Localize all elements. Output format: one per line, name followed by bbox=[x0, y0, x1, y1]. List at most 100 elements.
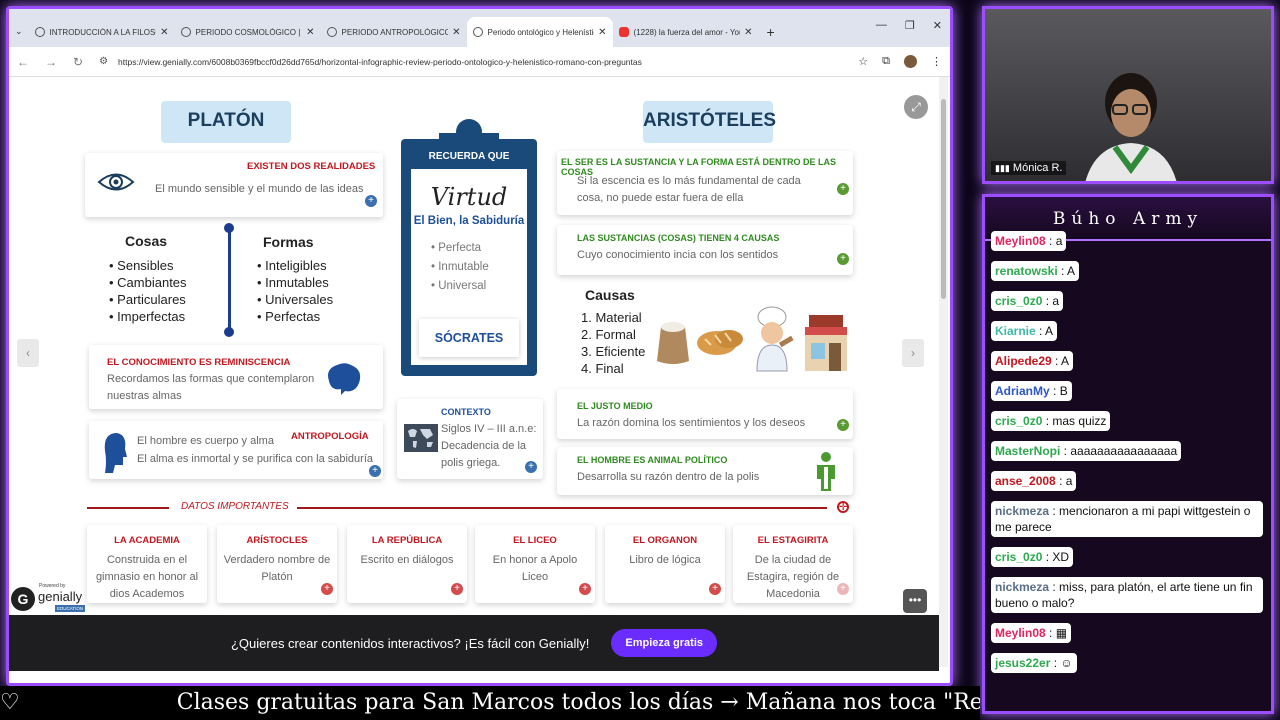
tab-4[interactable]: (1228) la fuerza del amor - You ✕ bbox=[613, 17, 759, 47]
chat-username[interactable]: cris_0z0 bbox=[995, 550, 1042, 564]
chat-username[interactable]: anse_2008 bbox=[995, 474, 1056, 488]
chat-text: a bbox=[1055, 234, 1063, 248]
sustancias-card: LAS SUSTANCIAS (COSAS) TIENEN 4 CAUSAS C… bbox=[557, 225, 853, 275]
chat-username[interactable]: Meylin08 bbox=[995, 234, 1046, 248]
chat-username[interactable]: renatowski bbox=[995, 264, 1058, 278]
datos-target-icon[interactable]: ✛ bbox=[837, 501, 849, 513]
page-scrollbar[interactable] bbox=[939, 77, 948, 667]
antropologia-plus-icon[interactable]: + bbox=[369, 465, 381, 477]
chat-username[interactable]: cris_0z0 bbox=[995, 414, 1042, 428]
chat-separator: : bbox=[1045, 626, 1056, 640]
dato-plus-icon[interactable]: + bbox=[579, 583, 591, 595]
dato-text: En honor a Apolo Liceo bbox=[492, 554, 578, 583]
next-slide-button[interactable]: › bbox=[902, 339, 924, 367]
forward-icon[interactable]: → bbox=[45, 55, 57, 69]
chat-text: A bbox=[1045, 324, 1054, 338]
chat-username[interactable]: Meylin08 bbox=[995, 626, 1046, 640]
realidades-title: EXISTEN DOS REALIDADES bbox=[247, 161, 376, 172]
tab-3[interactable]: Periodo ontológico y Helenístic ✕ bbox=[466, 17, 613, 47]
sustancias-plus-icon[interactable]: + bbox=[837, 253, 849, 265]
tab-title: INTRODUCCIÓN A LA FILOSOF bbox=[49, 27, 157, 37]
politico-text: Desarrolla su razón dentro de la polis bbox=[577, 471, 760, 483]
youtube-icon bbox=[618, 27, 629, 37]
chat-message: renatowski : A bbox=[991, 261, 1080, 281]
tab-close-icon[interactable]: ✕ bbox=[160, 27, 168, 38]
antropologia-card: ANTROPOLOGÍA El hombre es cuerpo y alma … bbox=[89, 421, 383, 479]
chat-username[interactable]: Alipede29 bbox=[995, 354, 1052, 368]
chat-username[interactable]: AdrianMy bbox=[995, 384, 1050, 398]
genially-logo: G Powered by genially EDUCATION bbox=[11, 581, 91, 615]
tab-close-icon[interactable]: ✕ bbox=[598, 27, 606, 38]
clipboard-sub: El Bien, la Sabiduría bbox=[413, 215, 525, 227]
url-field[interactable]: https://view.genially.com/6008b0369fbccf… bbox=[112, 50, 845, 73]
empieza-gratis-button[interactable]: Empieza gratis bbox=[611, 629, 718, 657]
chat-message: Meylin08 : a bbox=[991, 231, 1067, 251]
chat-message: AdrianMy : B bbox=[991, 381, 1072, 401]
chat-text: aaaaaaaaaaaaaaaa bbox=[1070, 444, 1178, 458]
dato-title: ARÍSTOCLES bbox=[246, 535, 308, 546]
profile-avatar[interactable] bbox=[904, 55, 917, 68]
maximize-icon[interactable]: ❐ bbox=[905, 19, 915, 32]
reload-icon[interactable]: ↻ bbox=[73, 55, 83, 69]
dato-title: EL ORGANON bbox=[632, 535, 698, 546]
tab-title: (1228) la fuerza del amor - You bbox=[633, 27, 741, 37]
extensions-icon[interactable]: ⧉ bbox=[882, 55, 890, 68]
realidades-plus-icon[interactable]: + bbox=[365, 195, 377, 207]
conocimiento-title: EL CONOCIMIENTO ES REMINISCENCIA bbox=[107, 357, 291, 368]
tab-2[interactable]: PERIODO ANTROPOLÓGICO | C✕ bbox=[321, 17, 467, 47]
chat-message: cris_0z0 : mas quizz bbox=[991, 411, 1111, 431]
chat-username[interactable]: jesus22er bbox=[995, 656, 1050, 670]
chat-message: MasterNopi : aaaaaaaaaaaaaaaa bbox=[991, 441, 1182, 461]
causas-title: Causas bbox=[585, 287, 635, 303]
tab-close-icon[interactable]: ✕ bbox=[452, 27, 460, 38]
bookmark-star-icon[interactable]: ☆ bbox=[858, 55, 868, 68]
tab-close-icon[interactable]: ✕ bbox=[306, 27, 314, 38]
chat-username[interactable]: MasterNopi bbox=[995, 444, 1060, 458]
scrollbar-thumb[interactable] bbox=[941, 99, 946, 299]
browser-menu-icon[interactable]: ⋮ bbox=[931, 55, 942, 68]
site-icon bbox=[326, 27, 337, 37]
dato-text: Escrito en diálogos bbox=[360, 554, 454, 566]
dato-plus-icon[interactable]: + bbox=[321, 583, 333, 595]
contexto-plus-icon[interactable]: + bbox=[525, 461, 537, 473]
world-map-icon bbox=[404, 424, 438, 452]
chat-username[interactable]: nickmeza bbox=[995, 504, 1049, 518]
fullscreen-icon[interactable]: ⤢ bbox=[904, 95, 928, 119]
tab-1[interactable]: PERIODO COSMOLÓGICO | Ge ✕ bbox=[175, 17, 321, 47]
chat-username[interactable]: Kiarnie bbox=[995, 324, 1036, 338]
list-item: Universal bbox=[431, 277, 527, 296]
flour-sack-icon bbox=[657, 322, 689, 364]
new-tab-button[interactable]: + bbox=[759, 17, 783, 47]
tab-close-icon[interactable]: ✕ bbox=[744, 27, 752, 38]
politico-title: EL HOMBRE ES ANIMAL POLÍTICO bbox=[577, 455, 728, 465]
list-item: Inmutables bbox=[257, 274, 333, 291]
tab-0[interactable]: INTRODUCCIÓN A LA FILOSOF ✕ bbox=[29, 17, 175, 47]
causa-item: 3. Eficiente bbox=[581, 344, 646, 359]
ser-plus-icon[interactable]: + bbox=[837, 183, 849, 195]
chat-messages: Meylin08 : a renatowski : Acris_0z0 : a Ki… bbox=[991, 231, 1265, 683]
chat-username[interactable]: cris_0z0 bbox=[995, 294, 1042, 308]
minimize-icon[interactable]: — bbox=[876, 19, 887, 32]
close-window-icon[interactable]: ✕ bbox=[933, 19, 942, 32]
dato-plus-icon[interactable]: + bbox=[451, 583, 463, 595]
chat-separator: : bbox=[1042, 294, 1053, 308]
tab-search-icon[interactable]: ⌄ bbox=[15, 26, 23, 37]
more-options-button[interactable]: ••• bbox=[903, 589, 927, 613]
prev-slide-button[interactable]: ‹ bbox=[17, 339, 39, 367]
datos-line-right bbox=[297, 507, 827, 509]
clipboard: RECUERDA QUE Virtud El Bien, la Sabidurí… bbox=[401, 119, 537, 376]
dato-plus-icon[interactable]: + bbox=[709, 583, 721, 595]
dato-card: EL LICEO En honor a Apolo Liceo + bbox=[475, 525, 595, 603]
justo-plus-icon[interactable]: + bbox=[837, 419, 849, 431]
tab-title: Periodo ontológico y Helenístic bbox=[487, 27, 595, 37]
divider-dot-bottom bbox=[224, 327, 234, 337]
site-info-icon[interactable]: ⚙ bbox=[99, 56, 108, 67]
chat-separator: : bbox=[1049, 580, 1060, 594]
dato-plus-icon[interactable]: + bbox=[837, 583, 849, 595]
chat-separator: : bbox=[1042, 550, 1053, 564]
chat-text: ▦ bbox=[1055, 626, 1068, 640]
aristoteles-header: ARISTÓTELES bbox=[643, 101, 776, 143]
chat-username[interactable]: nickmeza bbox=[995, 580, 1049, 594]
chat-separator: : bbox=[1035, 324, 1046, 338]
back-icon[interactable]: ← bbox=[17, 55, 29, 69]
